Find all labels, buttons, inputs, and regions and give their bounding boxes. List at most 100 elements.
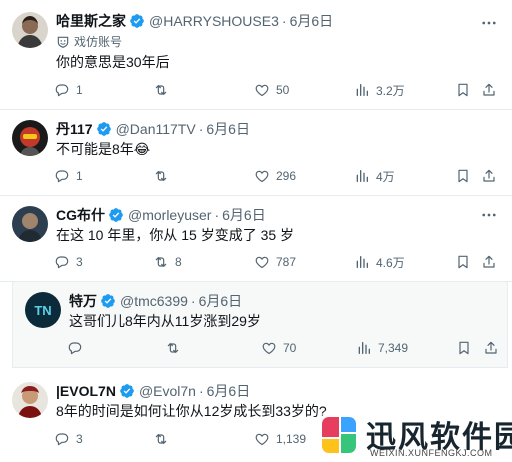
retweet-button[interactable]: [153, 429, 175, 449]
tweet-actions: 70 7,349: [13, 338, 509, 358]
retweet-icon: [153, 82, 169, 98]
tweet-text: 在这 10 年里，你从 15 岁变成了 35 岁: [56, 227, 295, 243]
tweet-actions: 1 50 3.2万: [0, 80, 512, 100]
views-button[interactable]: 7,349: [356, 338, 408, 358]
reply-button[interactable]: [67, 338, 89, 358]
like-button[interactable]: 50: [254, 80, 289, 100]
like-button[interactable]: 787: [254, 252, 296, 272]
tweet-date[interactable]: 6月6日: [199, 293, 243, 309]
bookmark-button[interactable]: [455, 80, 471, 100]
tweet-morleyuser[interactable]: CG布什 @morleyuser · 6月6日 在这 10 年里，你从 15 岁变成了…: [0, 196, 512, 282]
reply-icon: [54, 431, 70, 447]
retweet-count: 8: [175, 255, 182, 269]
tweet-actions: 3 8 787 4.6万: [0, 252, 512, 272]
share-button[interactable]: [483, 338, 499, 358]
display-name[interactable]: 丹117: [56, 121, 93, 137]
display-name[interactable]: CG布什: [56, 207, 105, 223]
view-count: 3.2万: [376, 83, 405, 98]
user-handle[interactable]: @Evol7n: [139, 383, 196, 399]
user-handle[interactable]: @Dan117TV: [116, 121, 196, 137]
retweet-button[interactable]: [165, 338, 187, 358]
avatar[interactable]: [12, 120, 48, 156]
user-handle[interactable]: @HARRYSHOUSE3: [149, 13, 279, 29]
separator-dot: ·: [198, 383, 204, 399]
reply-button[interactable]: 1: [54, 80, 83, 100]
tweet-date[interactable]: 6月6日: [290, 13, 334, 29]
analytics-icon: [356, 340, 372, 356]
reply-count: 3: [76, 432, 83, 446]
tweet-dan117[interactable]: 丹117 @Dan117TV · 6月6日 不可能是8年😂 1 296 4万: [0, 110, 512, 196]
heart-icon: [254, 431, 270, 447]
display-name[interactable]: 特万: [69, 293, 97, 309]
reply-button[interactable]: 3: [54, 252, 83, 272]
reply-button[interactable]: 3: [54, 429, 83, 449]
bookmark-button[interactable]: [455, 252, 471, 272]
share-icon: [481, 254, 497, 270]
tweet-date[interactable]: 6月6日: [206, 121, 250, 137]
like-count: 70: [283, 341, 297, 355]
tweet-text: 8年的时间是如何让你从12岁成长到33岁的?: [56, 403, 327, 419]
retweet-button[interactable]: 8: [153, 252, 182, 272]
tweet-tmc6399[interactable]: TN 特万 @tmc6399 · 6月6日 这哥们儿8年内从11岁涨到29岁 70 7…: [12, 282, 508, 368]
bookmark-icon: [455, 82, 471, 98]
reply-count: 1: [76, 83, 83, 97]
display-name[interactable]: 哈里斯之家: [56, 13, 126, 29]
display-name[interactable]: |EVOL7N: [56, 383, 116, 399]
reply-icon: [54, 168, 70, 184]
bookmark-button[interactable]: [456, 338, 472, 358]
separator-dot: ·: [214, 207, 220, 223]
bookmark-icon: [456, 340, 472, 356]
share-button[interactable]: [481, 166, 497, 186]
like-count: 1,139: [276, 432, 307, 446]
verified-badge-icon: [129, 13, 145, 29]
retweet-button[interactable]: [153, 166, 175, 186]
like-button[interactable]: 70: [261, 338, 296, 358]
reply-count: 1: [76, 169, 83, 183]
retweet-icon: [153, 431, 169, 447]
user-handle[interactable]: @morleyuser: [128, 207, 211, 223]
avatar[interactable]: [12, 382, 48, 418]
share-button[interactable]: [481, 252, 497, 272]
views-button[interactable]: 3.2万: [354, 80, 405, 100]
heart-icon: [254, 254, 270, 270]
analytics-icon: [354, 82, 370, 98]
watermark-url: WEIXIN.XUNFENGKJ.COM: [370, 448, 493, 458]
heart-icon: [261, 340, 277, 356]
reply-button[interactable]: 1: [54, 166, 83, 186]
user-handle[interactable]: @tmc6399: [120, 293, 188, 309]
tweet-date[interactable]: 6月6日: [222, 207, 266, 223]
avatar[interactable]: [12, 12, 48, 48]
verified-badge-icon: [119, 383, 135, 399]
view-count: 7,349: [378, 341, 409, 355]
share-icon: [481, 168, 497, 184]
tweet-text: 不可能是8年😂: [56, 141, 151, 157]
views-button[interactable]: 4.6万: [354, 252, 405, 272]
tweet-harryshouse[interactable]: 哈里斯之家 @HARRYSHOUSE3 · 6月6日 戏仿账号 你的意思是30年后 1…: [0, 0, 512, 110]
like-count: 787: [276, 255, 297, 269]
share-button[interactable]: [481, 80, 497, 100]
tweet-date[interactable]: 6月6日: [207, 383, 251, 399]
like-button[interactable]: 296: [254, 166, 296, 186]
separator-dot: ·: [198, 121, 204, 137]
tweet-text: 这哥们儿8年内从11岁涨到29岁: [69, 313, 261, 329]
bookmark-button[interactable]: [455, 166, 471, 186]
retweet-icon: [153, 254, 169, 270]
avatar[interactable]: [12, 206, 48, 242]
more-options-icon[interactable]: [480, 206, 498, 224]
like-button[interactable]: 1,139: [254, 429, 306, 449]
avatar-initials: TN: [34, 303, 51, 318]
parody-label-text: 戏仿账号: [74, 35, 123, 49]
views-button[interactable]: 4万: [354, 166, 395, 186]
reply-icon: [54, 82, 70, 98]
watermark: 迅风软件园 WEIXIN.XUNFENGKJ.COM: [314, 410, 512, 462]
like-count: 50: [276, 83, 290, 97]
retweet-button[interactable]: [153, 80, 175, 100]
bookmark-icon: [455, 254, 471, 270]
retweet-icon: [153, 168, 169, 184]
avatar[interactable]: TN: [25, 292, 61, 328]
like-count: 296: [276, 169, 297, 183]
separator-dot: ·: [190, 293, 196, 309]
reply-count: 3: [76, 255, 83, 269]
retweet-icon: [165, 340, 181, 356]
more-options-icon[interactable]: [480, 14, 498, 32]
